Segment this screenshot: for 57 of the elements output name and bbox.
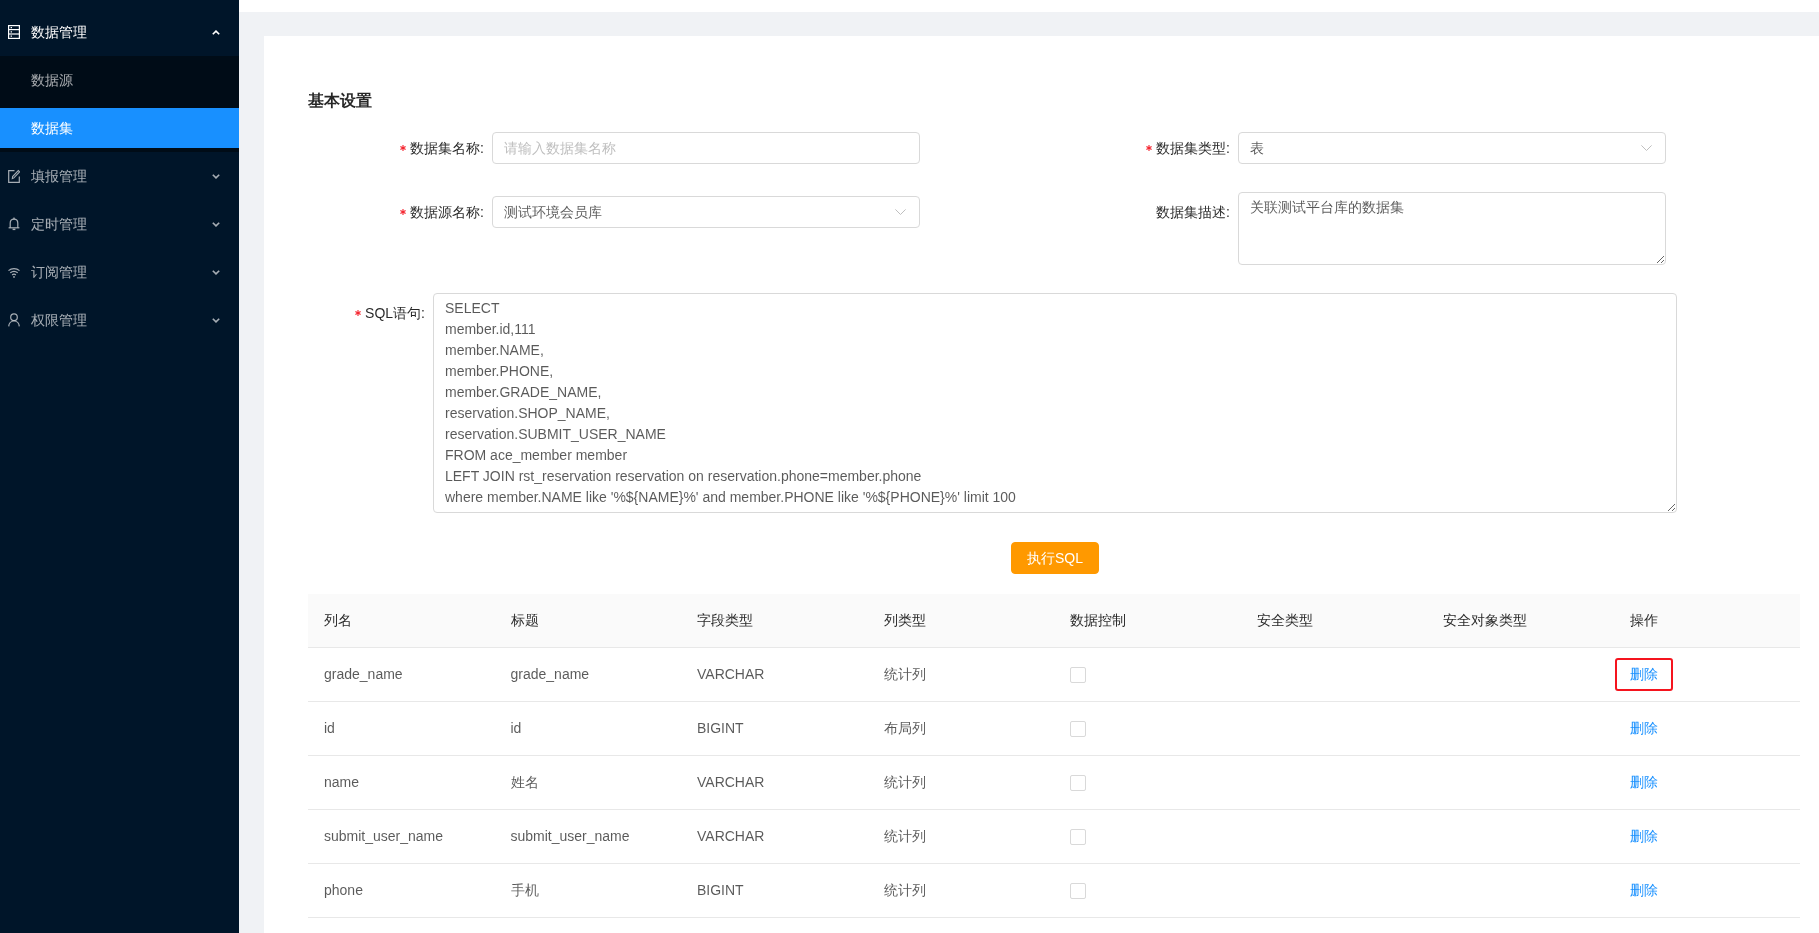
- edit-icon: [8, 169, 20, 183]
- field-label: SQL语句:: [365, 303, 425, 323]
- select-field[interactable]: 表: [1238, 132, 1666, 164]
- checkbox[interactable]: [1070, 667, 1086, 684]
- table-cell: phone: [308, 863, 495, 918]
- table-cell: grade_name: [308, 647, 495, 702]
- field-label: 数据集描述:: [1156, 202, 1230, 222]
- table-cell: VARCHAR: [681, 809, 868, 864]
- chevron-down-icon: [1641, 145, 1652, 151]
- sql-editor[interactable]: SELECT member.id,111 member.NAME, member.PHONE, member.GRADE_NAME, reservation.SHOP_NAME, reservation.SUBMIT_USER_NAME FROM ace_member member LEFT JOIN rst_reservation reservation on reservation.phone=member.phone where member.NAME like '%${NAME}%' and member.PHONE like '%${PHONE}%' limit 100: [433, 293, 1677, 513]
- table-cell: 统计列: [867, 755, 1054, 810]
- chevron-down-icon: [895, 209, 906, 215]
- checkbox[interactable]: [1070, 883, 1086, 900]
- table-cell: BIGINT: [681, 701, 868, 756]
- column-header: 字段类型: [681, 594, 868, 648]
- table-cell: VARCHAR: [681, 647, 868, 702]
- checkbox[interactable]: [1070, 721, 1086, 738]
- sidebar-menu-group[interactable]: 数据管理: [0, 12, 239, 52]
- field-label: 数据源名称:: [410, 202, 484, 222]
- server-icon: [8, 25, 20, 39]
- table-cell: 手机: [494, 863, 681, 918]
- table-cell: id: [494, 701, 681, 756]
- wifi-icon: [8, 265, 20, 279]
- sidebar-menu-group[interactable]: 定时管理: [0, 204, 239, 244]
- table-cell: VARCHAR: [681, 755, 868, 810]
- column-header: 列类型: [867, 594, 1054, 648]
- sidebar-menu-group[interactable]: 订阅管理: [0, 252, 239, 292]
- table-cell: submit_user_name: [308, 809, 495, 864]
- table-cell: name: [308, 755, 495, 810]
- sidebar-menu-group[interactable]: 权限管理: [0, 300, 239, 340]
- field-label: 数据集类型:: [1156, 138, 1230, 158]
- table-cell: 统计列: [867, 647, 1054, 702]
- table-cell: submit_user_name: [494, 809, 681, 864]
- textarea-field[interactable]: 关联测试平台库的数据集: [1238, 192, 1666, 265]
- sidebar-item[interactable]: 数据源: [0, 60, 239, 100]
- table-cell: id: [308, 701, 495, 756]
- column-header: 列名: [308, 594, 495, 648]
- section-title: 基本设置: [308, 91, 372, 111]
- table-cell: 统计列: [867, 809, 1054, 864]
- checkbox[interactable]: [1070, 775, 1086, 792]
- field-label: 数据集名称:: [410, 138, 484, 158]
- column-header: 安全对象类型: [1427, 594, 1614, 648]
- text-input[interactable]: 请输入数据集名称: [492, 132, 920, 164]
- user-icon: [8, 313, 20, 327]
- column-header: 安全类型: [1240, 594, 1427, 648]
- table-cell: 统计列: [867, 863, 1054, 918]
- column-header: 操作: [1613, 594, 1800, 648]
- table-cell: BIGINT: [681, 863, 868, 918]
- sidebar-menu-group[interactable]: 填报管理: [0, 156, 239, 196]
- table-cell: 布局列: [867, 701, 1054, 756]
- column-header: 标题: [494, 594, 681, 648]
- select-field[interactable]: 测试环境会员库: [492, 196, 920, 228]
- column-header: 数据控制: [1054, 594, 1241, 648]
- bell-icon: [8, 217, 20, 231]
- table-cell: grade_name: [494, 647, 681, 702]
- table-cell: 姓名: [494, 755, 681, 810]
- checkbox[interactable]: [1070, 829, 1086, 846]
